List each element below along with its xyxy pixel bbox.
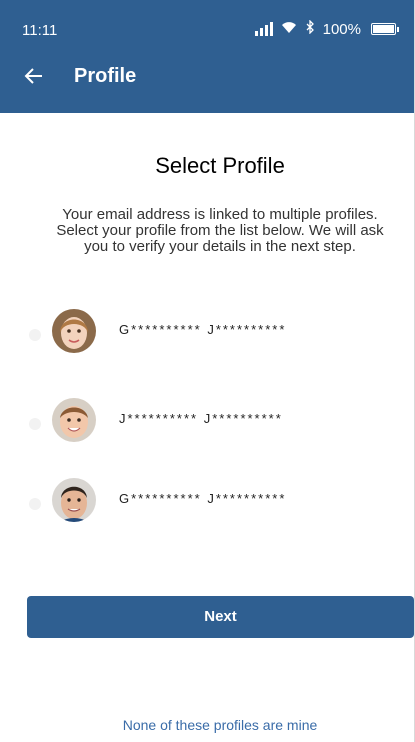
description-text: Your email address is linked to multiple… (56, 206, 384, 255)
main-content: Select Profile Your email address is lin… (0, 113, 414, 742)
status-time: 11:11 (22, 22, 58, 39)
app-header: 11:11 100% Profile (0, 0, 414, 113)
profile-screen: 11:11 100% Profile Select Profile Your e… (0, 0, 415, 742)
profile-option-1[interactable]: G********** J********** (0, 309, 414, 359)
status-bar: 11:11 100% (0, 0, 414, 40)
next-button[interactable]: Next (27, 596, 414, 638)
battery-percentage: 100% (322, 20, 361, 38)
radio-button-3[interactable] (29, 498, 41, 510)
profile-name-1: G********** J********** (119, 322, 287, 337)
profile-option-3[interactable]: G********** J********** (0, 478, 414, 528)
man-avatar (52, 478, 96, 522)
wifi-icon (281, 20, 297, 38)
arrow-left-icon (24, 65, 44, 92)
status-icons: 100% (254, 19, 399, 38)
boy-avatar (52, 398, 96, 442)
select-profile-heading: Select Profile (155, 153, 285, 178)
none-of-these-profiles-link[interactable]: None of these profiles are mine (0, 717, 415, 733)
radio-button-2[interactable] (29, 418, 41, 430)
signal-icon (254, 22, 273, 36)
girl-avatar (52, 309, 96, 353)
profile-name-2: J********** J********** (119, 411, 283, 426)
bluetooth-icon (305, 19, 315, 38)
radio-button-1[interactable] (29, 329, 41, 341)
back-button[interactable] (24, 58, 52, 94)
profile-name-3: G********** J********** (119, 491, 287, 506)
profile-option-2[interactable]: J********** J********** (0, 398, 414, 448)
page-title: Profile (74, 65, 137, 87)
title-row: Profile (0, 58, 414, 94)
battery-icon (371, 23, 399, 35)
